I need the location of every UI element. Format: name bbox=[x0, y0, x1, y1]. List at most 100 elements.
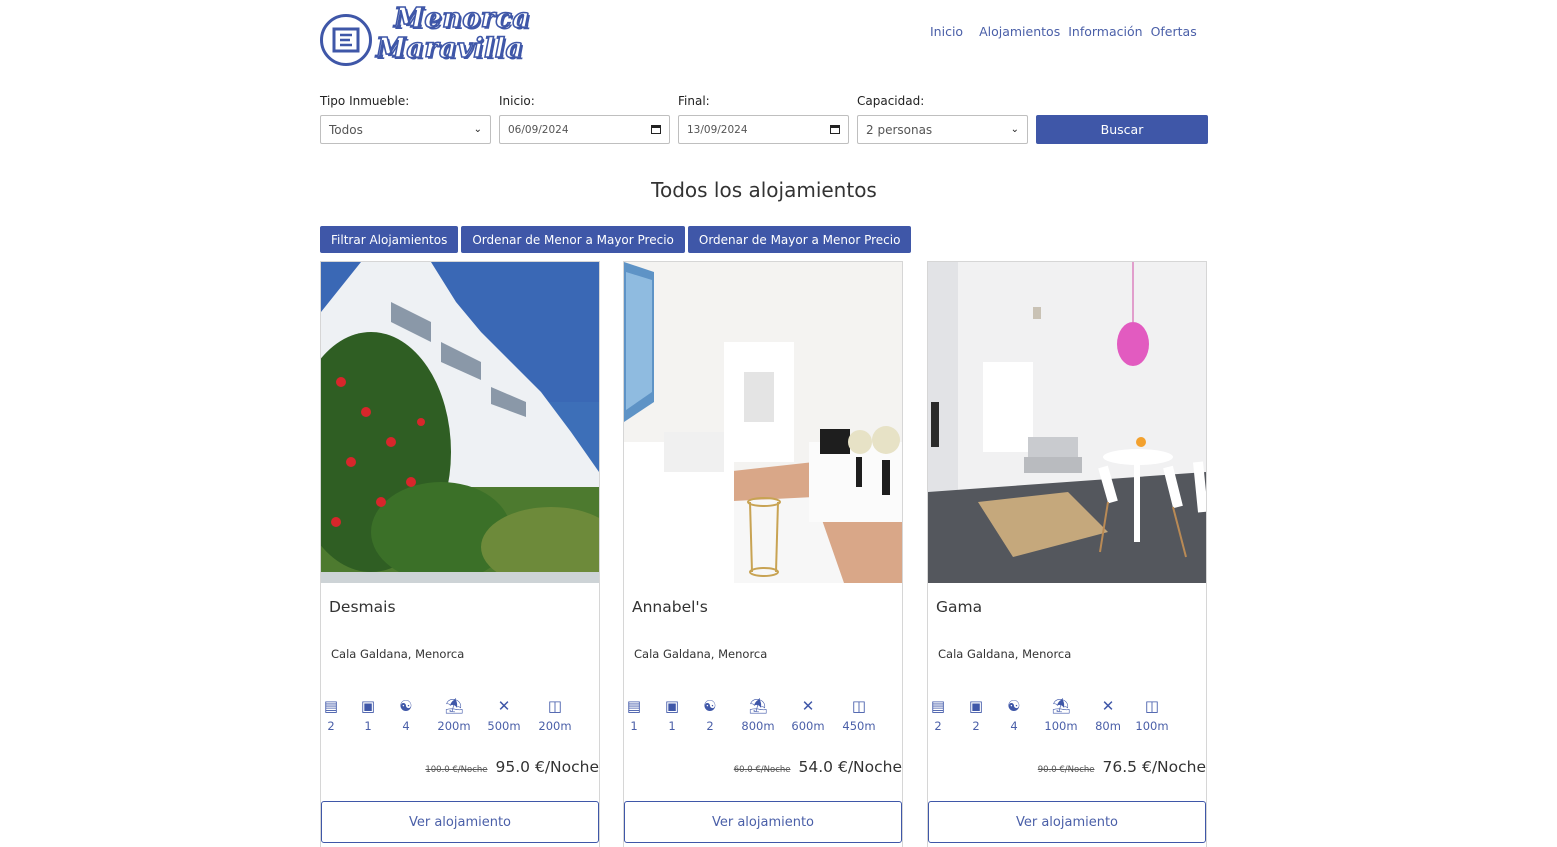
inicio-value: 06/09/2024 bbox=[508, 123, 569, 136]
listing-title: Gama bbox=[936, 598, 983, 616]
listing-title: Desmais bbox=[329, 598, 396, 616]
bedrooms: ▤ 2 bbox=[321, 696, 341, 733]
listing-location: Cala Galdana, Menorca bbox=[938, 647, 1072, 661]
nav-informacion[interactable]: Información bbox=[1068, 24, 1142, 39]
restaurant-distance: ✕ 80m bbox=[1088, 696, 1128, 733]
restaurant-icon: ✕ bbox=[801, 697, 815, 715]
tipo-label: Tipo Inmueble: bbox=[320, 94, 410, 108]
final-date-input[interactable]: 13/09/2024 bbox=[678, 115, 849, 144]
sort-desc-button[interactable]: Ordenar de Mayor a Menor Precio bbox=[687, 226, 912, 253]
guests: ☯ 4 bbox=[396, 696, 416, 733]
view-listing-button[interactable]: Ver alojamiento bbox=[624, 801, 902, 843]
bath-icon: ▣ bbox=[360, 697, 376, 715]
inicio-label: Inicio: bbox=[499, 94, 535, 108]
listing-location: Cala Galdana, Menorca bbox=[634, 647, 768, 661]
tipo-field: Tipo Inmueble: Todos ⌄ bbox=[320, 94, 491, 144]
capacidad-select[interactable]: 2 personas ⌄ bbox=[857, 115, 1028, 144]
amenities-row: ▤ 2 ▣ 1 ☯ 4 ⛱ 200m ✕ 500m ◫ 200m bbox=[321, 696, 599, 742]
inicio-date-input[interactable]: 06/09/2024 bbox=[499, 115, 670, 144]
shop-distance: ◫ 450m bbox=[837, 696, 881, 733]
search-button[interactable]: Buscar bbox=[1036, 115, 1208, 144]
guests-icon: ☯ bbox=[399, 697, 413, 715]
beach-icon: ⛱ bbox=[1051, 697, 1071, 715]
listing-grid: Desmais Cala Galdana, Menorca ▤ 2 ▣ 1 ☯ 4 ⛱… bbox=[320, 261, 1208, 847]
filter-bar: Filtrar Alojamientos Ordenar de Menor a … bbox=[320, 226, 914, 253]
shop-icon: ◫ bbox=[547, 697, 563, 715]
brand-line-1: Menorca bbox=[393, 3, 531, 35]
brand-line-2: Maravilla bbox=[375, 33, 524, 65]
section-title: Todos los alojamientos bbox=[651, 178, 877, 202]
old-price: 60.0 €/Noche bbox=[733, 765, 791, 775]
restaurant-distance: ✕ 500m bbox=[484, 696, 524, 733]
view-listing-button[interactable]: Ver alojamiento bbox=[928, 801, 1206, 843]
bath-icon: ▣ bbox=[664, 697, 680, 715]
restaurant-distance: ✕ 600m bbox=[788, 696, 828, 733]
main-nav: Inicio Alojamientos Información Ofertas bbox=[930, 24, 1205, 39]
bath-icon: ▣ bbox=[968, 697, 984, 715]
beach-icon: ⛱ bbox=[748, 697, 768, 715]
brand-logo[interactable]: Menorca Maravilla bbox=[375, 3, 554, 65]
old-price: 100.0 €/Noche bbox=[425, 765, 488, 775]
listing-card: Annabel's Cala Galdana, Menorca ▤ 1 ▣ 1 ☯ 2… bbox=[623, 261, 903, 847]
listing-photo[interactable] bbox=[928, 262, 1206, 583]
capacidad-value: 2 personas bbox=[866, 122, 933, 137]
final-value: 13/09/2024 bbox=[687, 123, 748, 136]
listing-card: Desmais Cala Galdana, Menorca ▤ 2 ▣ 1 ☯ 4 ⛱… bbox=[320, 261, 600, 847]
bed-icon: ▤ bbox=[323, 697, 339, 715]
listing-photo[interactable] bbox=[624, 262, 902, 583]
nav-alojamientos[interactable]: Alojamientos bbox=[979, 24, 1060, 39]
shop-icon: ◫ bbox=[1144, 697, 1160, 715]
chevron-down-icon: ⌄ bbox=[1010, 124, 1019, 135]
bedrooms: ▤ 2 bbox=[928, 696, 948, 733]
old-price: 90.0 €/Noche bbox=[1037, 765, 1095, 775]
price-row: 60.0 €/Noche 54.0 €/Noche bbox=[734, 758, 902, 776]
restaurant-icon: ✕ bbox=[1101, 697, 1115, 715]
listing-title: Annabel's bbox=[632, 598, 708, 616]
shop-distance: ◫ 200m bbox=[533, 696, 577, 733]
final-field: Final: 13/09/2024 bbox=[678, 94, 849, 144]
nav-inicio[interactable]: Inicio bbox=[930, 24, 963, 39]
price-row: 100.0 €/Noche 95.0 €/Noche bbox=[425, 758, 599, 776]
price-row: 90.0 €/Noche 76.5 €/Noche bbox=[1038, 758, 1206, 776]
bathrooms: ▣ 1 bbox=[662, 696, 682, 733]
amenities-row: ▤ 1 ▣ 1 ☯ 2 ⛱ 800m ✕ 600m ◫ 450m bbox=[624, 696, 902, 742]
listing-card: Gama Cala Galdana, Menorca ▤ 2 ▣ 2 ☯ 4 ⛱ 100… bbox=[927, 261, 1207, 847]
beach-distance: ⛱ 800m bbox=[736, 696, 780, 733]
current-price: 95.0 €/Noche bbox=[495, 758, 599, 776]
logo-icon[interactable] bbox=[320, 14, 372, 66]
current-price: 54.0 €/Noche bbox=[798, 758, 902, 776]
guests: ☯ 4 bbox=[1004, 696, 1024, 733]
bed-icon: ▤ bbox=[626, 697, 642, 715]
bed-icon: ▤ bbox=[930, 697, 946, 715]
tipo-select[interactable]: Todos ⌄ bbox=[320, 115, 491, 144]
tipo-value: Todos bbox=[329, 122, 363, 137]
nav-ofertas[interactable]: Ofertas bbox=[1151, 24, 1197, 39]
calendar-icon[interactable] bbox=[830, 125, 840, 134]
final-label: Final: bbox=[678, 94, 710, 108]
guests-icon: ☯ bbox=[1007, 697, 1021, 715]
listing-photo[interactable] bbox=[321, 262, 599, 583]
beach-distance: ⛱ 200m bbox=[432, 696, 476, 733]
shop-icon: ◫ bbox=[851, 697, 867, 715]
beach-icon: ⛱ bbox=[444, 697, 464, 715]
inicio-field: Inicio: 06/09/2024 bbox=[499, 94, 670, 144]
amenities-row: ▤ 2 ▣ 2 ☯ 4 ⛱ 100m ✕ 80m ◫ 100m bbox=[928, 696, 1206, 742]
filter-button[interactable]: Filtrar Alojamientos bbox=[320, 226, 459, 253]
listing-location: Cala Galdana, Menorca bbox=[331, 647, 465, 661]
bedrooms: ▤ 1 bbox=[624, 696, 644, 733]
shop-distance: ◫ 100m bbox=[1130, 696, 1174, 733]
calendar-icon[interactable] bbox=[651, 125, 661, 134]
restaurant-icon: ✕ bbox=[497, 697, 511, 715]
capacidad-label: Capacidad: bbox=[857, 94, 925, 108]
current-price: 76.5 €/Noche bbox=[1102, 758, 1206, 776]
bathrooms: ▣ 2 bbox=[966, 696, 986, 733]
view-listing-button[interactable]: Ver alojamiento bbox=[321, 801, 599, 843]
guests-icon: ☯ bbox=[703, 697, 717, 715]
search-form: Tipo Inmueble: Todos ⌄ Inicio: 06/09/202… bbox=[320, 94, 1208, 146]
chevron-down-icon: ⌄ bbox=[473, 124, 482, 135]
bathrooms: ▣ 1 bbox=[358, 696, 378, 733]
capacidad-field: Capacidad: 2 personas ⌄ bbox=[857, 94, 1028, 144]
guests: ☯ 2 bbox=[700, 696, 720, 733]
sort-asc-button[interactable]: Ordenar de Menor a Mayor Precio bbox=[461, 226, 685, 253]
beach-distance: ⛱ 100m bbox=[1039, 696, 1083, 733]
